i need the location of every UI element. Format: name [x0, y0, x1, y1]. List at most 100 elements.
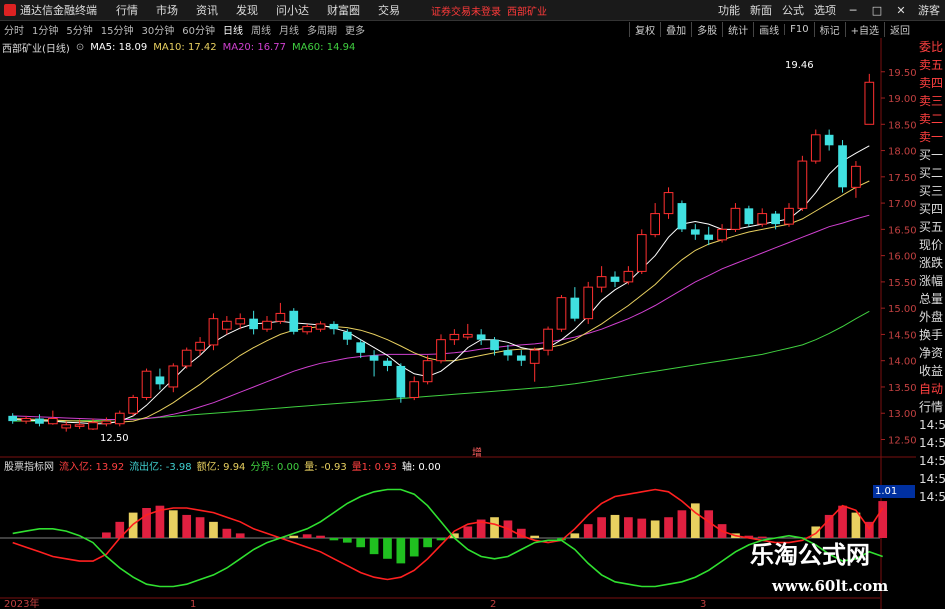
tool-f10[interactable]: F10: [784, 24, 813, 35]
candle-body: [181, 349, 192, 367]
candle-body: [8, 415, 18, 422]
menu-quotes[interactable]: 行情: [116, 2, 138, 18]
price-tick-label: 15.50: [888, 278, 916, 289]
rp-19[interactable]: 自动: [916, 380, 945, 398]
period-60min[interactable]: 60分钟: [182, 22, 215, 37]
guest-label[interactable]: 游客: [918, 2, 940, 18]
candle-body: [61, 424, 72, 429]
indicator-name[interactable]: 股票指标网: [4, 458, 54, 473]
indicator-bar: [436, 538, 446, 541]
indicator-bar: [329, 538, 339, 541]
menu-news[interactable]: 资讯: [196, 2, 218, 18]
period-15min[interactable]: 15分钟: [101, 22, 134, 37]
rp-0[interactable]: 委比: [916, 38, 945, 56]
menu-function[interactable]: 功能: [718, 2, 740, 18]
settings-icon[interactable]: ⊙: [76, 42, 84, 53]
menu-discover[interactable]: 发现: [236, 2, 258, 18]
tool-add-watchlist[interactable]: +自选: [844, 22, 884, 37]
rp-1[interactable]: 卖五: [916, 56, 945, 74]
menu-options[interactable]: 选项: [814, 2, 836, 18]
rp-9[interactable]: 买四: [916, 200, 945, 218]
close-icon[interactable]: ✕: [894, 4, 908, 17]
candle-body: [810, 134, 821, 162]
menu-wealth[interactable]: 财富圈: [327, 2, 360, 18]
menu-trade[interactable]: 交易: [378, 2, 400, 18]
date-tick-label: 2: [490, 599, 496, 609]
candle-body: [838, 145, 847, 188]
rp-2[interactable]: 卖四: [916, 74, 945, 92]
minimize-icon[interactable]: ─: [846, 4, 860, 17]
rp-16[interactable]: 换手: [916, 326, 945, 344]
period-intraday[interactable]: 分时: [4, 22, 24, 37]
rp-12[interactable]: 涨跌: [916, 254, 945, 272]
rp-5[interactable]: 卖一: [916, 128, 945, 146]
maximize-icon[interactable]: □: [870, 4, 884, 17]
rp-7[interactable]: 买二: [916, 164, 945, 182]
login-warning[interactable]: 证券交易未登录: [431, 3, 501, 18]
price-tick-label: 18.00: [888, 147, 916, 158]
period-daily[interactable]: 日线: [223, 22, 243, 37]
rp-6[interactable]: 买一: [916, 146, 945, 164]
tool-multi-stock[interactable]: 多股: [691, 22, 722, 37]
tool-draw[interactable]: 画线: [753, 22, 784, 37]
indicator-bar: [356, 538, 366, 548]
candle-body: [114, 412, 125, 425]
tool-back[interactable]: 返回: [884, 22, 915, 37]
price-tick-label: 13.00: [888, 409, 916, 420]
inflow-value: 流入亿: 13.92: [59, 462, 125, 473]
tool-stats[interactable]: 统计: [722, 22, 753, 37]
candle-body: [717, 228, 727, 241]
period-5min[interactable]: 5分钟: [66, 22, 92, 37]
rp-10[interactable]: 买五: [916, 218, 945, 236]
rp-15[interactable]: 外盘: [916, 308, 945, 326]
candle-body: [221, 320, 232, 330]
period-30min[interactable]: 30分钟: [141, 22, 174, 37]
candle-body: [342, 331, 352, 340]
center-mark: 增: [472, 448, 482, 459]
rp-13[interactable]: 涨幅: [916, 272, 945, 290]
price-tick-label: 14.00: [888, 357, 916, 368]
candle-body: [784, 207, 794, 225]
candle-body: [663, 192, 674, 215]
candle-body: [490, 339, 499, 351]
candle-body: [583, 286, 594, 320]
high-price-label: 19.46: [785, 60, 814, 71]
period-monthly[interactable]: 月线: [279, 22, 299, 37]
stock-label[interactable]: 西部矿业(日线): [2, 40, 70, 55]
candle-body: [329, 323, 339, 330]
rp-11[interactable]: 现价: [916, 236, 945, 254]
rp-8[interactable]: 买三: [916, 182, 945, 200]
title-bar: 通达信金融终端 行情 市场 资讯 发现 问小达 财富圈 交易 证券交易未登录 西…: [0, 0, 945, 21]
tool-mark[interactable]: 标记: [813, 22, 845, 37]
candle-body: [556, 297, 567, 330]
menu-ask[interactable]: 问小达: [276, 2, 309, 18]
rp-14[interactable]: 总量: [916, 290, 945, 308]
candle-body: [101, 420, 112, 425]
period-more[interactable]: 更多: [345, 22, 365, 37]
menu-market[interactable]: 市场: [156, 2, 178, 18]
tool-adjust[interactable]: 复权: [629, 22, 660, 37]
candle-body: [744, 208, 754, 225]
rp-3[interactable]: 卖三: [916, 92, 945, 110]
indicator-bar: [316, 535, 325, 538]
kline-chart[interactable]: 19.50 19.00 18.50 18.00 17.50 17.00 16.50 16.00…: [0, 38, 916, 609]
outflow-value: 流出亿: -3.98: [129, 462, 192, 473]
price-tick-label: 19.50: [888, 68, 916, 79]
indicator-bar: [597, 517, 606, 538]
app-title: 通达信金融终端: [20, 4, 97, 17]
rp-20[interactable]: 行情: [916, 398, 945, 416]
rp-4[interactable]: 卖二: [916, 110, 945, 128]
indicator-bar: [195, 517, 205, 538]
period-multi[interactable]: 多周期: [307, 22, 337, 37]
candle-body: [383, 360, 392, 366]
candle-body: [797, 160, 808, 209]
period-weekly[interactable]: 周线: [251, 22, 271, 37]
period-1min[interactable]: 1分钟: [32, 22, 58, 37]
rp-18[interactable]: 收益: [916, 362, 945, 380]
candle-body: [610, 276, 620, 282]
rp-17[interactable]: 净资: [916, 344, 945, 362]
menu-new-page[interactable]: 新面: [750, 2, 772, 18]
menu-formula[interactable]: 公式: [782, 2, 804, 18]
tool-overlay[interactable]: 叠加: [660, 22, 691, 37]
candle-body: [262, 320, 272, 330]
